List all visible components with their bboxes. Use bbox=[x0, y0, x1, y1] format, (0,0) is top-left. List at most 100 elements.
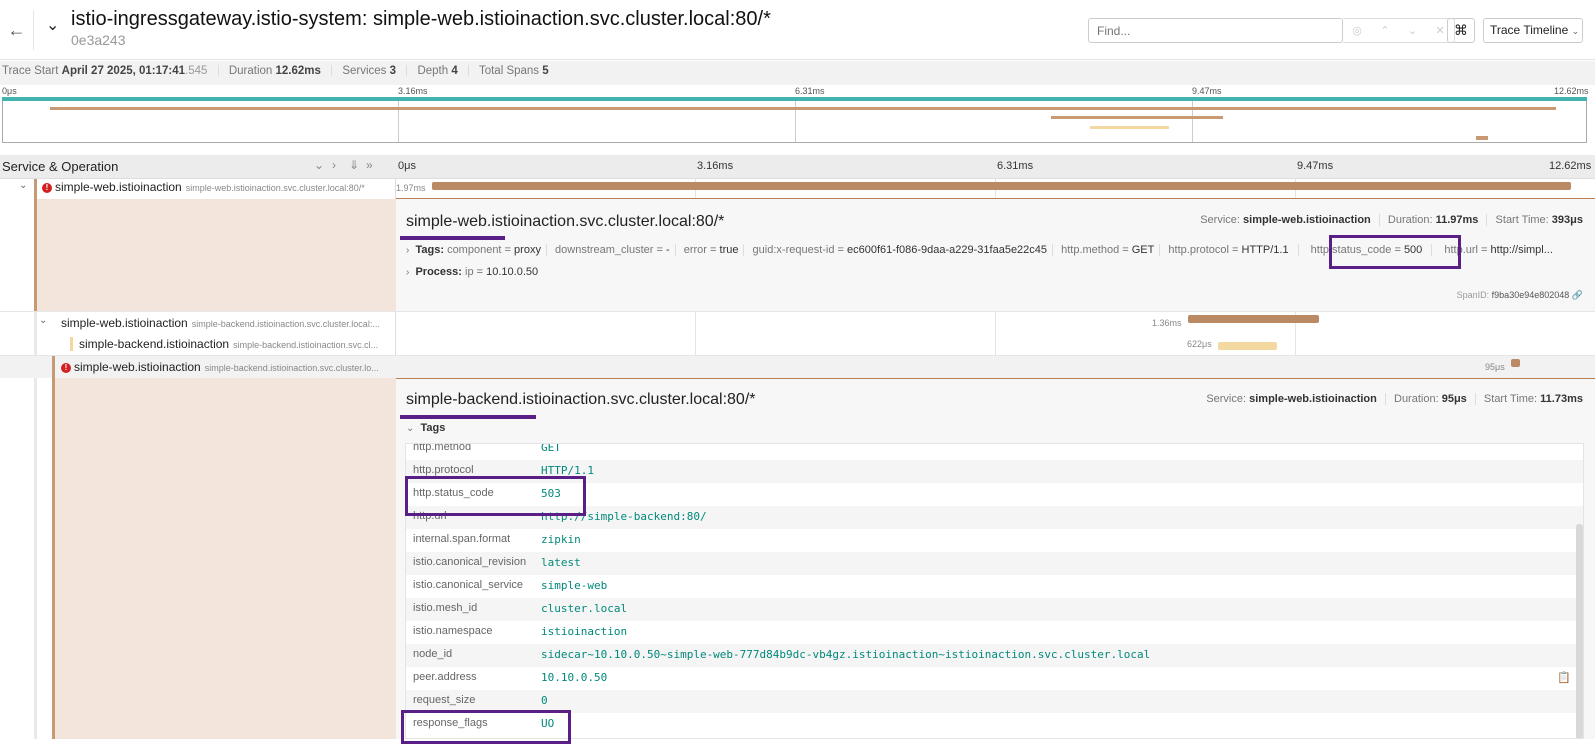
duration-value: 11.97ms bbox=[1435, 214, 1479, 226]
tag-row: request_size 0 bbox=[406, 690, 1583, 713]
service-value: simple-web.istioinaction bbox=[1243, 214, 1371, 226]
tag-key: http.protocol bbox=[1168, 244, 1229, 256]
tags-label: Tags bbox=[420, 422, 446, 434]
span-detail-title: simple-backend.istioinaction.svc.cluster… bbox=[406, 391, 756, 408]
tag-row: istio.canonical_service simple-web bbox=[406, 575, 1583, 598]
span-service: simple-backend.istioinaction bbox=[79, 337, 230, 351]
tag-value: ec600f61-f086-9daa-a229-31faa5e22c45 bbox=[847, 244, 1048, 256]
copy-icon[interactable]: 📋 bbox=[1557, 671, 1571, 684]
chevron-down-icon[interactable]: ⌄ bbox=[19, 180, 27, 191]
start-time-label: Start Time: bbox=[1483, 393, 1538, 405]
trace-start-ms: .545 bbox=[185, 65, 208, 77]
chevron-down-icon[interactable]: ⌄ bbox=[46, 15, 59, 35]
span-row[interactable]: ⌄ ! simple-web.istioinaction simple-web.is… bbox=[0, 179, 1595, 199]
span-bar[interactable] bbox=[432, 182, 1571, 190]
tag-row: peer.address 10.10.0.50 📋 bbox=[406, 667, 1583, 690]
process-label: Process: bbox=[415, 266, 462, 278]
process-item: ip = 10.10.0.50 bbox=[465, 266, 539, 278]
tag-key: component bbox=[447, 244, 502, 256]
tag-value: istioinaction bbox=[541, 625, 628, 638]
chevron-right-icon: › bbox=[406, 267, 410, 278]
span-duration: 1.97ms bbox=[396, 183, 426, 193]
timeline-tick: 6.31ms bbox=[997, 160, 1034, 172]
span-row[interactable]: ⌄ simple-web.istioinaction simple-backend… bbox=[0, 311, 1595, 379]
tag-row: istio.canonical_revision latest bbox=[406, 552, 1583, 575]
trace-stats: Trace Start April 27 2025, 01:17:41.545 … bbox=[0, 61, 1595, 85]
view-select-value: Trace Timeline bbox=[1490, 23, 1569, 37]
tag-value: HTTP/1.1 bbox=[1241, 244, 1289, 256]
span-id-value: f9ba30e94e802048 bbox=[1491, 290, 1570, 300]
tag-value: zipkin bbox=[541, 533, 581, 546]
error-icon: ! bbox=[42, 183, 52, 193]
span-service: simple-web.istioinaction bbox=[61, 316, 188, 330]
tag-value: 0 bbox=[541, 694, 548, 707]
tag-row: internal.span.format zipkin bbox=[406, 529, 1583, 552]
depth-value: 4 bbox=[451, 65, 458, 77]
span-row[interactable]: ! simple-web.istioinaction simple-backend.… bbox=[0, 355, 1595, 379]
span-duration: 1.36ms bbox=[1152, 318, 1182, 328]
find-nav-buttons: ◎ ⌃ ⌄ ✕ bbox=[1343, 18, 1455, 43]
total-spans-label: Total Spans bbox=[478, 65, 540, 77]
chevron-down-icon[interactable]: ⌄ bbox=[39, 315, 47, 326]
timeline-tick: 12.62ms bbox=[1549, 160, 1592, 172]
span-detail-meta: Service: simple-web.istioinaction Durati… bbox=[1200, 214, 1583, 227]
chevron-down-icon[interactable]: ⌄ bbox=[314, 158, 324, 172]
service-operation-header: Service & Operation bbox=[2, 159, 119, 174]
duration-value: 95μs bbox=[1441, 393, 1467, 405]
back-arrow-icon[interactable]: ← bbox=[0, 10, 34, 50]
process-summary[interactable]: › Process: ip = 10.10.0.50 bbox=[406, 266, 538, 278]
tag-row: http.method GET bbox=[406, 443, 1583, 460]
tag-key: http.method bbox=[413, 443, 472, 453]
span-bar[interactable] bbox=[1511, 359, 1520, 367]
duration-value: 12.62ms bbox=[275, 65, 321, 77]
highlight-box bbox=[405, 476, 586, 516]
close-icon[interactable]: ✕ bbox=[1436, 24, 1445, 37]
minimap-tick: 6.31ms bbox=[795, 86, 825, 96]
tag-value: - bbox=[666, 244, 670, 256]
total-spans-value: 5 bbox=[542, 65, 549, 77]
timeline-header: Service & Operation ⌄ › ⇓ » 0μs 3.16ms 6… bbox=[0, 155, 1595, 179]
double-chevron-right-icon[interactable]: » bbox=[366, 158, 373, 172]
tag-value: GET bbox=[1131, 244, 1155, 256]
tag-key: request_size bbox=[413, 694, 476, 706]
locate-icon[interactable]: ◎ bbox=[1352, 24, 1362, 37]
span-bar[interactable] bbox=[1188, 315, 1319, 323]
tag-value: proxy bbox=[514, 244, 541, 256]
scrollbar[interactable] bbox=[1576, 524, 1583, 738]
services-value: 3 bbox=[389, 65, 397, 77]
keyboard-shortcuts-button[interactable]: ⌘ bbox=[1447, 18, 1475, 43]
span-service: simple-web.istioinaction bbox=[74, 360, 201, 374]
span-duration: 95μs bbox=[1485, 362, 1505, 372]
double-chevron-down-icon[interactable]: ⇓ bbox=[349, 158, 359, 172]
error-icon: ! bbox=[61, 363, 71, 373]
chevron-down-icon: ⌄ bbox=[406, 423, 415, 434]
tag-key: istio.canonical_revision bbox=[413, 556, 527, 568]
span-row[interactable]: simple-backend.istioinaction simple-backe… bbox=[0, 333, 1595, 355]
view-select[interactable]: Trace Timeline ⌄ bbox=[1483, 18, 1583, 43]
span-duration: 622μs bbox=[1187, 339, 1212, 349]
depth-label: Depth bbox=[417, 65, 449, 77]
service-value: simple-web.istioinaction bbox=[1249, 393, 1377, 405]
tag-row: istio.mesh_id cluster.local bbox=[406, 598, 1583, 621]
trace-minimap[interactable]: 0μs 3.16ms 6.31ms 9.47ms 12.62ms bbox=[0, 85, 1595, 149]
tag-key: istio.namespace bbox=[413, 625, 493, 637]
tag-value: GET bbox=[541, 443, 561, 454]
tag-item: guid:x-request-id = ec600f61-f086-9daa-a… bbox=[752, 244, 1048, 256]
chevron-down-icon[interactable]: ⌄ bbox=[1408, 24, 1417, 37]
tag-value: latest bbox=[541, 556, 581, 569]
minimap-span-bar bbox=[1051, 116, 1223, 119]
chevron-right-icon[interactable]: › bbox=[332, 158, 336, 172]
chevron-up-icon[interactable]: ⌃ bbox=[1380, 24, 1389, 37]
span-bar[interactable] bbox=[1218, 342, 1277, 350]
find-input[interactable] bbox=[1088, 18, 1343, 43]
tag-row: istio.namespace istioinaction bbox=[406, 621, 1583, 644]
tag-item: error = true bbox=[683, 244, 739, 256]
tags-toggle[interactable]: ⌄ Tags bbox=[406, 422, 445, 434]
tag-row: response_flags UO bbox=[406, 713, 1583, 736]
chevron-right-icon: › bbox=[406, 245, 410, 256]
process-key: ip bbox=[465, 266, 474, 278]
span-label: ! simple-web.istioinaction simple-web.isti… bbox=[42, 180, 365, 194]
service-label: Service: bbox=[1206, 393, 1247, 405]
tag-value: sidecar~10.10.0.50~simple-web-777d84b9dc… bbox=[541, 648, 1151, 661]
link-icon[interactable]: 🔗 bbox=[1572, 290, 1583, 300]
